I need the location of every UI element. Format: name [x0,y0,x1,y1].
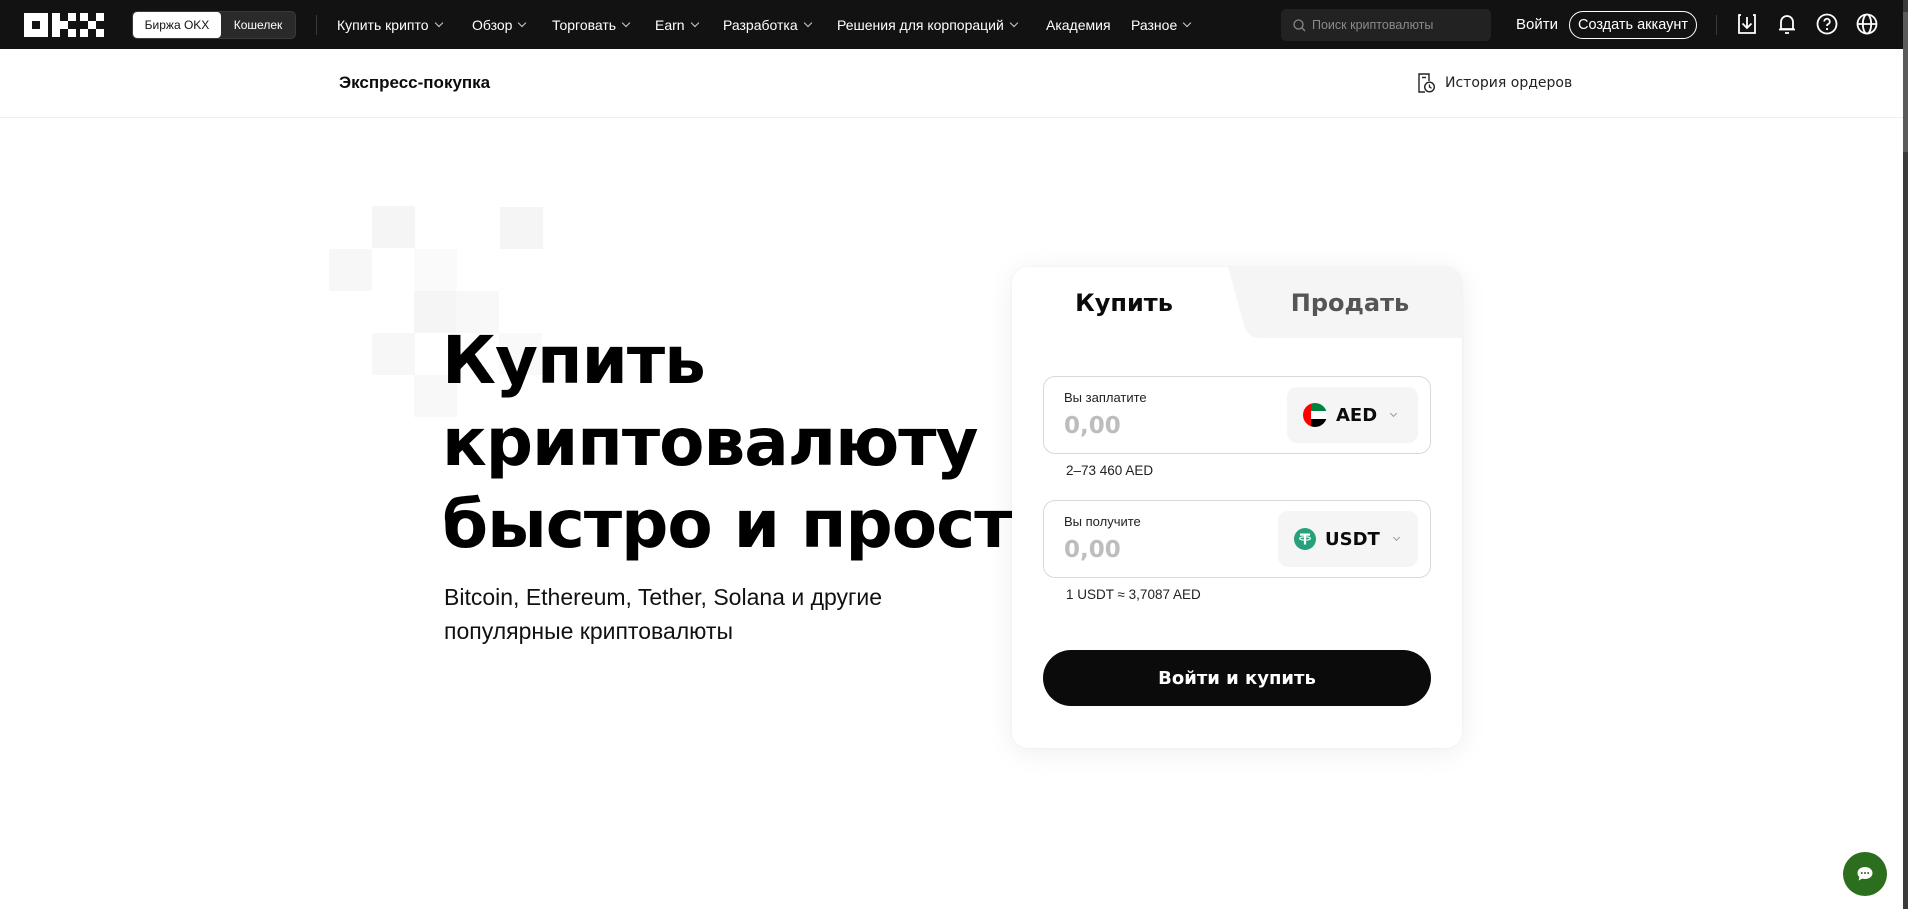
pixel-square [372,333,415,375]
search-icon [1293,18,1306,31]
login-and-buy-button[interactable]: Войти и купить [1043,650,1431,706]
pay-amount-input[interactable] [1064,413,1264,439]
chevron-down-icon [621,18,631,27]
menu-overview[interactable]: Обзор [472,0,527,49]
toggle-exchange[interactable]: Биржа OKX [133,12,221,38]
sub-header: Экспресс-покупка История ордеров [0,49,1903,118]
login-link[interactable]: Войти [1516,0,1558,49]
okx-logo[interactable] [24,13,104,37]
globe-icon[interactable] [1855,12,1879,36]
order-history-label: История ордеров [1445,75,1573,91]
hero-subtitle-line: популярные криптовалюты [444,618,733,644]
pay-field: Вы заплатите AED [1043,376,1431,454]
receive-currency-select[interactable]: USDT [1278,511,1418,567]
receive-field: Вы получите USDT [1043,500,1431,578]
pay-currency-select[interactable]: AED [1287,387,1418,443]
nav-divider [1716,15,1717,35]
tab-sell[interactable]: Продать [1238,267,1462,338]
hero-heading-line: Купить [442,322,706,399]
hero-heading-line: быстро и просто [442,486,1057,563]
order-history-link[interactable]: История ордеров [1416,49,1572,117]
hero-subtitle-line: Bitcoin, Ethereum, Tether, Solana и друг… [444,584,883,610]
menu-label: Решения для корпораций [837,16,1004,33]
toggle-wallet[interactable]: Кошелек [221,12,295,38]
chevron-down-icon [1009,18,1019,27]
download-icon[interactable] [1735,12,1759,36]
chevron-down-icon [1182,18,1192,27]
page-title: Экспресс-покупка [339,73,491,92]
menu-corporate[interactable]: Решения для корпораций [837,0,1019,49]
hero-subtitle: Bitcoin, Ethereum, Tether, Solana и друг… [444,580,882,648]
receive-label: Вы получите [1064,514,1141,529]
tether-icon [1294,528,1316,550]
chat-bubble-icon [1857,867,1873,881]
menu-label: Разработка [723,16,798,33]
hero-heading-line: криптовалюту [442,404,979,481]
pixel-square [500,207,543,249]
chevron-down-icon [1392,533,1400,541]
support-chat-button[interactable] [1843,852,1887,896]
create-account-button[interactable]: Создать аккаунт [1569,11,1697,39]
hero-heading: Купить криптовалюту быстро и просто [442,320,1057,566]
menu-misc[interactable]: Разное [1131,0,1192,49]
menu-label: Обзор [472,16,513,33]
help-icon[interactable] [1815,12,1839,36]
pay-label: Вы заплатите [1064,390,1147,405]
menu-label: Earn [655,16,685,33]
menu-label: Разное [1131,16,1178,33]
express-buy-card: Купить Продать Вы заплатите AED 2–73 460… [1012,267,1462,748]
top-navigation: Биржа OKX Кошелек Купить крипто Обзор То… [0,0,1903,49]
search-input[interactable] [1312,18,1482,32]
menu-academy[interactable]: Академия [1046,0,1111,49]
chevron-down-icon [803,18,812,27]
pay-range-hint: 2–73 460 AED [1066,463,1154,478]
menu-development[interactable]: Разработка [723,0,812,49]
menu-label: Академия [1046,16,1111,33]
product-toggle: Биржа OKX Кошелек [132,11,296,39]
chevron-down-icon [690,18,699,27]
uae-flag-icon [1303,403,1327,427]
scrollbar-thumb[interactable] [1903,12,1908,152]
receive-currency-code: USDT [1325,528,1380,550]
chevron-down-icon [1390,409,1398,417]
menu-buy-crypto[interactable]: Купить крипто [337,0,443,49]
exchange-rate-hint: 1 USDT ≈ 3,7087 AED [1066,587,1201,602]
bell-icon[interactable] [1775,12,1799,36]
menu-label: Торговать [552,16,617,33]
menu-earn[interactable]: Earn [655,0,699,49]
order-history-icon [1418,73,1436,93]
nav-divider [316,15,317,35]
search-box [1281,9,1491,41]
page-scrollbar[interactable] [1903,0,1908,909]
pixel-square [329,249,372,291]
pay-currency-code: AED [1336,404,1378,426]
menu-label: Купить крипто [337,16,429,33]
receive-amount-input[interactable] [1064,537,1264,563]
menu-trade[interactable]: Торговать [552,0,631,49]
chevron-down-icon [518,18,527,27]
pixel-square [372,206,415,248]
chevron-down-icon [434,18,443,27]
tab-buy[interactable]: Купить [1012,267,1236,338]
pixel-square [414,249,457,291]
